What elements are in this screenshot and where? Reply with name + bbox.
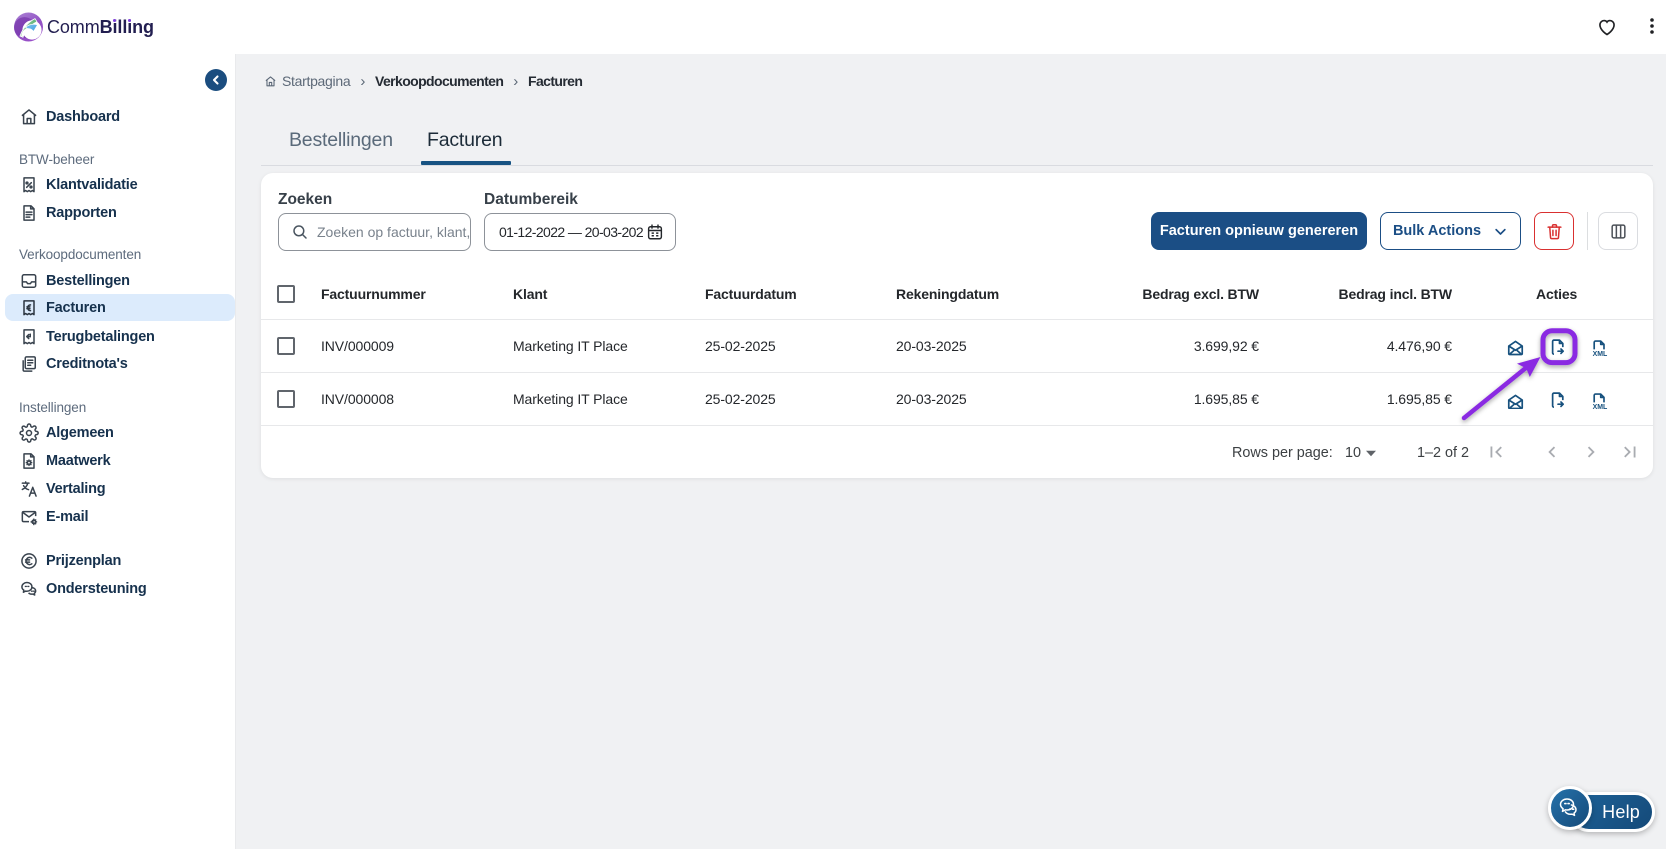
svg-text:XML: XML [1593,350,1608,356]
svg-text:XML: XML [1593,404,1608,410]
